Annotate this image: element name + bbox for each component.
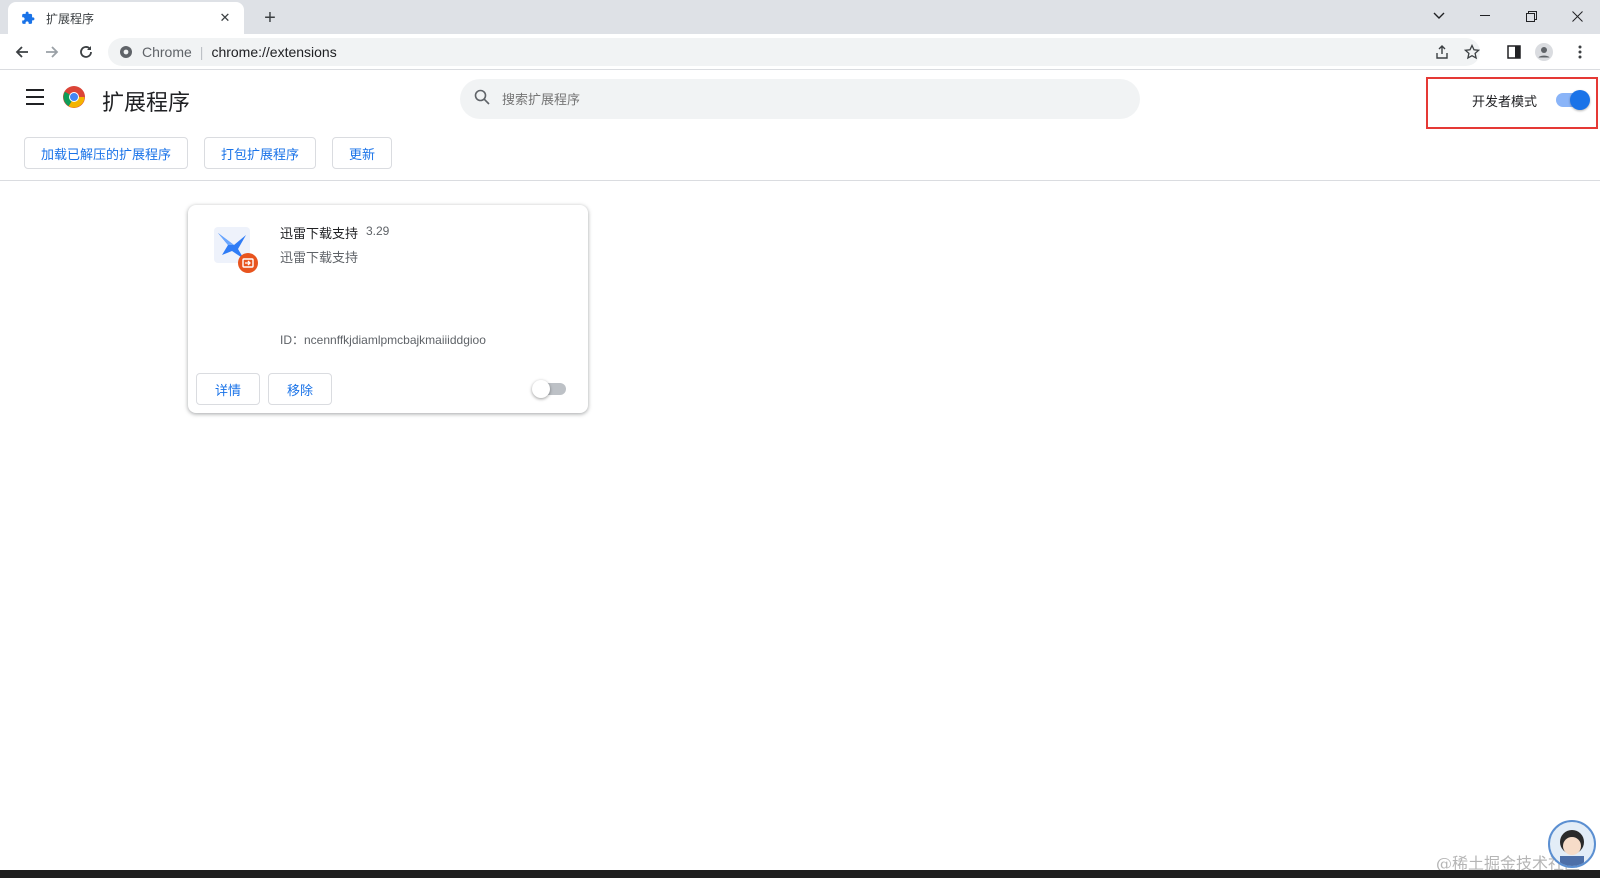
hamburger-menu-icon[interactable] [26,89,46,105]
header-divider [0,180,1600,181]
toggle-knob [1570,90,1590,110]
side-panel-icon[interactable] [1500,38,1528,66]
more-menu-icon[interactable] [1566,38,1594,66]
developer-mode-toggle[interactable] [1556,90,1590,110]
details-button[interactable]: 详情 [196,373,261,405]
profile-avatar-icon[interactable] [1530,38,1558,66]
new-tab-button[interactable]: + [258,6,282,30]
search-icon [474,89,490,110]
developer-mode-label: 开发者模式 [1472,94,1538,109]
extension-id: ID：ncennffkjdiamlpmcbajkmaiiiddgioo [280,333,486,347]
minimize-button[interactable] [1462,0,1508,32]
extension-card: 迅雷下载支持 3.29 迅雷下载支持 ID：ncennffkjdiamlpmcb… [188,205,588,413]
search-bar[interactable] [460,79,1140,119]
omnibox-separator: | [199,44,204,60]
update-button[interactable]: 更新 [332,137,393,169]
tab-search-icon[interactable] [1416,0,1462,32]
chrome-site-icon[interactable] [118,44,134,60]
load-unpacked-button[interactable]: 加载已解压的扩展程序 [24,137,189,169]
remove-button[interactable]: 移除 [268,373,333,405]
bookmark-star-icon[interactable] [1458,38,1486,66]
browser-toolbar: Chrome | chrome://extensions [0,34,1600,70]
share-icon[interactable] [1428,38,1456,66]
chrome-logo-icon [62,85,86,109]
extension-version: 3.29 [366,224,390,238]
tab-extensions[interactable]: 扩展程序 ✕ [8,2,244,34]
search-input[interactable] [502,91,1102,107]
developer-actions: 加载已解压的扩展程序 打包扩展程序 更新 [24,137,393,169]
puzzle-icon [20,10,36,26]
pack-extension-button[interactable]: 打包扩展程序 [204,137,317,169]
page-title: 扩展程序 [102,90,191,115]
xunlei-extension-icon [212,225,260,273]
close-tab-icon[interactable]: ✕ [216,9,234,27]
reload-button[interactable] [72,38,100,66]
taskbar [0,870,1600,878]
tab-title: 扩展程序 [46,11,95,26]
avatar [1548,820,1596,868]
extension-enable-toggle[interactable] [532,380,566,398]
forward-button[interactable] [38,38,66,66]
omnibox-url[interactable]: chrome://extensions [211,44,336,60]
extensions-header: 扩展程序 开发者模式 [0,71,1600,129]
omnibox-site-label: Chrome [142,44,192,60]
toggle-knob [532,380,550,398]
extension-card-footer: 详情 移除 [196,373,333,405]
omnibox[interactable]: Chrome | chrome://extensions [108,38,1480,66]
restore-button[interactable] [1508,0,1554,32]
close-window-button[interactable] [1554,0,1600,32]
extension-description: 迅雷下载支持 [280,250,359,265]
extension-name: 迅雷下载支持 [280,226,359,241]
tab-strip: 扩展程序 ✕ + [0,0,1600,34]
back-button[interactable] [8,38,36,66]
